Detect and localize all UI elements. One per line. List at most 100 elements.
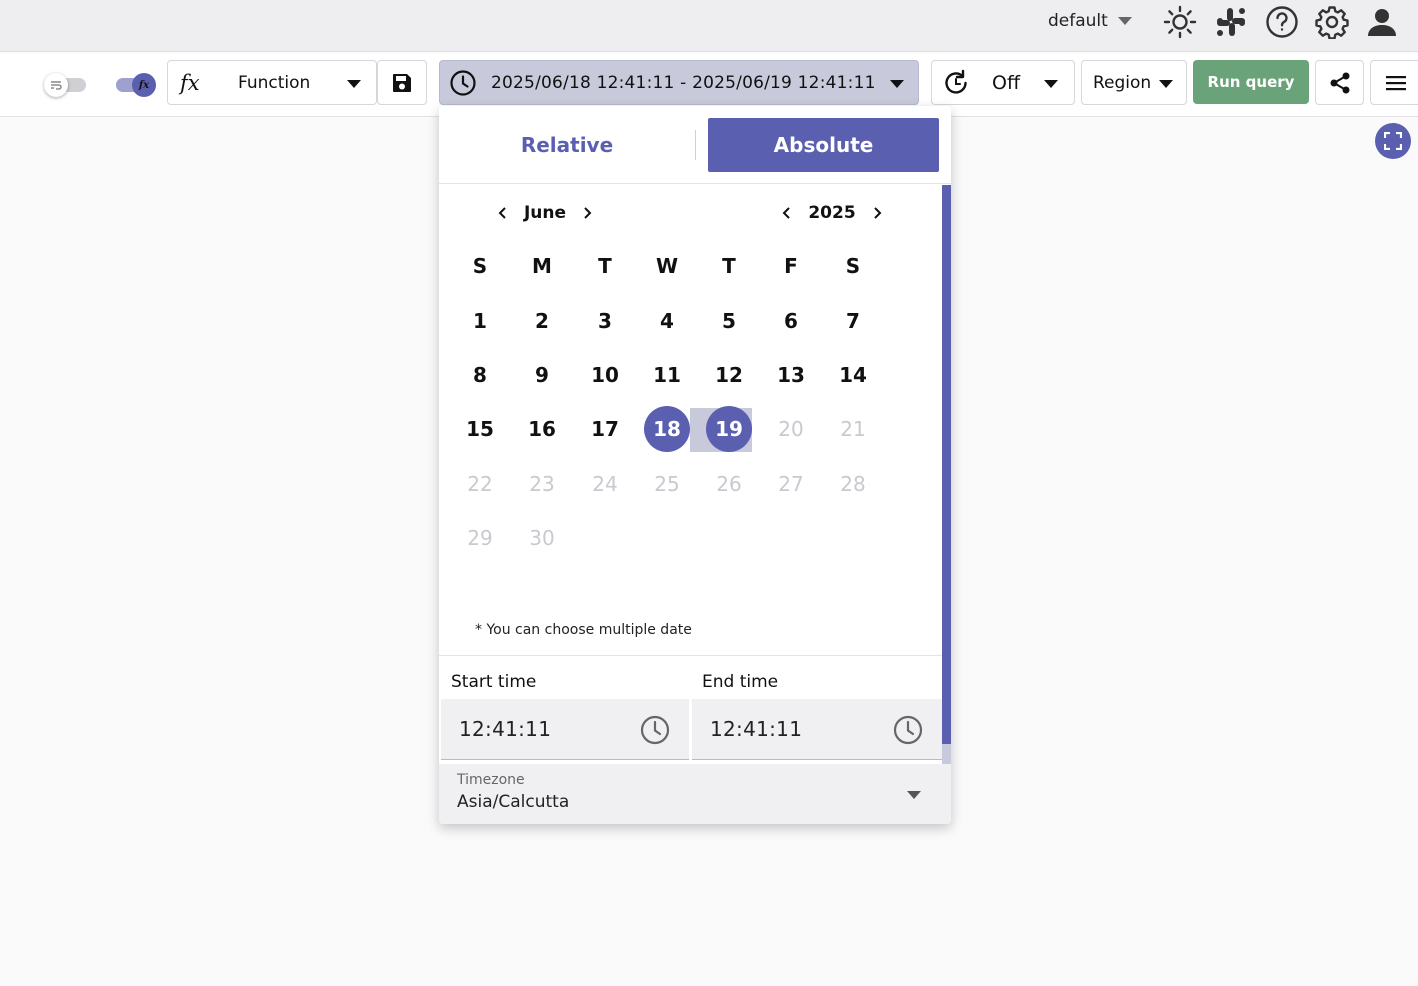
next-month-chevron-right-icon[interactable] [573,201,601,225]
save-function-button[interactable] [377,60,427,105]
region-label: Region [1093,72,1152,93]
caret-down-icon [1044,80,1058,88]
calendar-day: 28 [840,472,866,496]
calendar-day[interactable]: 14 [830,352,876,398]
fx-toggle-icon: fx [132,73,156,97]
top-header: default [0,0,1418,52]
theme-sun-icon[interactable] [1162,4,1198,40]
user-account-icon[interactable] [1364,4,1400,40]
weekday-label: M [532,254,552,278]
caret-down-icon [907,791,921,799]
calendar-day[interactable]: 1 [457,298,503,344]
caret-down-icon [890,80,904,88]
tab-divider [695,130,696,160]
run-query-button[interactable]: Run query [1193,60,1309,104]
divider [439,655,942,656]
end-time-value: 12:41:11 [710,717,803,741]
calendar-day[interactable]: 13 [768,352,814,398]
calendar-day[interactable]: 19 [706,406,752,452]
calendar-day: 27 [778,472,804,496]
weekday-label: T [598,254,612,278]
function-fx-icon: fx [180,70,200,95]
calendar-day: 21 [840,417,866,441]
date-time-picker: Relative Absolute June 2025 SMTWTFS 1234… [439,106,951,824]
calendar-day: 29 [467,526,493,550]
calendar-day[interactable]: 10 [582,352,628,398]
calendar-day[interactable]: 7 [830,298,876,344]
picker-tabs: Relative Absolute [439,106,951,184]
clock-icon [450,69,476,96]
multi-date-note: * You can choose multiple date [475,622,692,638]
weekday-label: W [655,254,679,278]
calendar-day[interactable]: 4 [644,298,690,344]
org-label: default [1048,11,1108,31]
calendar-day[interactable]: 5 [706,298,752,344]
timezone-select[interactable]: Timezone Asia/Calcutta [439,764,951,824]
end-time-input[interactable]: 12:41:11 [692,699,942,760]
prev-year-chevron-left-icon[interactable] [773,201,801,225]
weekday-label: T [722,254,736,278]
calendar-scrollbar-track [942,744,951,764]
help-icon[interactable] [1264,4,1300,40]
timezone-label: Timezone [457,772,525,788]
calendar-day: 30 [529,526,555,550]
region-select[interactable]: Region [1081,60,1187,105]
tab-absolute[interactable]: Absolute [708,118,939,172]
wrap-toggle[interactable] [44,73,88,97]
calendar-day: 26 [716,472,742,496]
end-time-label: End time [702,672,779,692]
date-range-button[interactable]: 2025/06/18 12:41:11 - 2025/06/19 12:41:1… [439,60,919,105]
save-floppy-icon [393,73,411,92]
start-time-label: Start time [451,672,537,692]
calendar-day: 20 [778,417,804,441]
start-time-value: 12:41:11 [459,717,552,741]
prev-month-chevron-left-icon[interactable] [489,201,517,225]
function-label: Function [238,72,311,93]
year-label: 2025 [808,203,856,223]
function-toggle[interactable]: fx [112,73,156,97]
weekday-label: S [845,254,861,278]
calendar-day[interactable]: 16 [519,406,565,452]
calendar-scrollbar[interactable] [942,185,951,764]
calendar-day: 22 [467,472,493,496]
settings-gear-icon[interactable] [1314,4,1350,40]
calendar-day[interactable]: 11 [644,352,690,398]
month-navigator: June [489,201,601,225]
next-year-chevron-right-icon[interactable] [863,201,891,225]
share-icon [1330,72,1349,93]
calendar-day[interactable]: 9 [519,352,565,398]
month-label: June [523,203,567,223]
date-range-label: 2025/06/18 12:41:11 - 2025/06/19 12:41:1… [491,72,876,93]
year-navigator: 2025 [773,201,891,225]
slack-icon[interactable] [1213,4,1249,40]
refresh-interval-label: Off [992,71,1021,94]
function-select[interactable]: fx Function [167,60,377,105]
calendar-day[interactable]: 17 [582,406,628,452]
calendar-day[interactable]: 6 [768,298,814,344]
calendar-day[interactable]: 12 [706,352,752,398]
calendar-day: 23 [529,472,555,496]
share-button[interactable] [1315,60,1364,105]
end-clock-icon[interactable] [892,714,924,746]
calendar-day[interactable]: 18 [644,406,690,452]
calendar-day[interactable]: 3 [582,298,628,344]
calendar-day: 24 [592,472,618,496]
fullscreen-button[interactable] [1375,123,1411,159]
more-menu-button[interactable] [1370,60,1418,105]
start-clock-icon[interactable] [639,714,671,746]
calendar-day[interactable]: 8 [457,352,503,398]
timezone-value: Asia/Calcutta [457,792,570,812]
weekday-label: F [784,254,798,278]
start-time-input[interactable]: 12:41:11 [441,699,689,760]
auto-refresh-select[interactable]: Off [931,60,1075,105]
caret-down-icon [1159,80,1173,88]
wrap-lines-icon [44,73,68,97]
org-selector[interactable]: default [1048,11,1132,31]
weekday-label: S [472,254,488,278]
caret-down-icon [1117,17,1132,25]
calendar-day[interactable]: 15 [457,406,503,452]
calendar-day[interactable]: 2 [519,298,565,344]
caret-down-icon [347,80,361,88]
fullscreen-expand-icon [1384,132,1402,150]
tab-relative[interactable]: Relative [447,118,687,172]
